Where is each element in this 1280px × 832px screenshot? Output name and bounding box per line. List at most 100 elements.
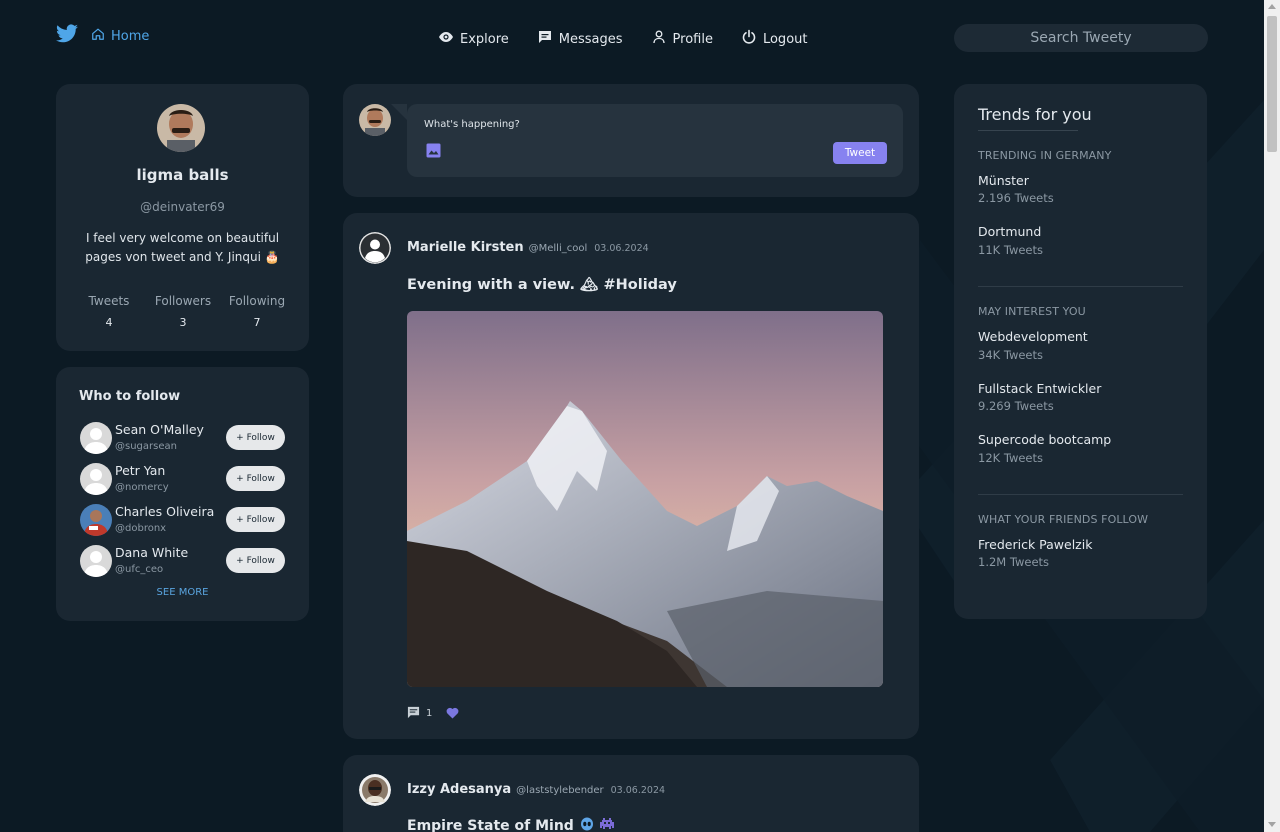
trend-section-label: WHAT YOUR FRIENDS FOLLOW xyxy=(978,513,1149,526)
who-to-follow-card: Who to follow Sean O'Malley @sugarsean +… xyxy=(56,367,309,621)
stat-followers[interactable]: Followers 3 xyxy=(146,294,220,329)
tweet-header: Marielle Kirsten @Melli_cool 03.06.2024 xyxy=(407,240,649,255)
stat-following[interactable]: Following 7 xyxy=(220,294,294,329)
stat-label: Tweets xyxy=(88,294,130,308)
profile-bio: I feel very welcome on beautiful pages v… xyxy=(85,231,280,264)
compose-input[interactable]: What's happening? xyxy=(424,119,520,130)
nav-messages-label: Messages xyxy=(558,31,623,47)
stat-value: 3 xyxy=(179,316,187,329)
nav-explore-label: Explore xyxy=(460,31,509,47)
home-link[interactable]: Home xyxy=(91,27,149,45)
trend-name[interactable]: Frederick Pawelzik xyxy=(978,537,1092,552)
divider xyxy=(978,494,1183,495)
follow-button[interactable]: + Follow xyxy=(226,548,285,573)
trends-title: Trends for you xyxy=(978,105,1092,124)
stat-label: Followers xyxy=(154,294,212,308)
trend-name[interactable]: Dortmund xyxy=(978,224,1041,239)
page-scrollbar[interactable] xyxy=(1264,0,1280,832)
scroll-up-arrow-icon[interactable] xyxy=(1268,4,1276,9)
tweet-author-name[interactable]: Izzy Adesanya xyxy=(407,782,511,797)
divider xyxy=(978,286,1183,287)
compose-box[interactable]: What's happening? Tweet xyxy=(407,104,903,177)
power-icon xyxy=(741,29,757,49)
user-icon xyxy=(651,29,667,49)
stat-value: 4 xyxy=(105,316,113,329)
user-name[interactable]: Sean O'Malley xyxy=(115,422,204,437)
trend-count: 1.2M Tweets xyxy=(978,555,1050,569)
nav-logout-label: Logout xyxy=(762,31,808,47)
eye-icon xyxy=(438,29,454,49)
user-name[interactable]: Petr Yan xyxy=(115,463,165,478)
trend-name[interactable]: Fullstack Entwickler xyxy=(978,381,1101,396)
image-upload-icon[interactable] xyxy=(426,143,441,158)
tweet-date: 03.06.2024 xyxy=(610,785,666,796)
nav-messages[interactable]: Messages xyxy=(537,29,623,49)
avatar[interactable] xyxy=(80,504,112,536)
tweet-actions: 1 xyxy=(407,704,459,723)
search-input[interactable] xyxy=(954,24,1208,52)
tweet-header: Izzy Adesanya @laststylebender 03.06.202… xyxy=(407,782,665,797)
profile-card: ligma balls @deinvater69 I feel very wel… xyxy=(56,84,309,351)
list-item: Dana White @ufc_ceo + Follow xyxy=(79,545,289,586)
who-to-follow-list: Sean O'Malley @sugarsean + Follow Petr Y… xyxy=(79,422,289,586)
nav-profile[interactable]: Profile xyxy=(651,29,713,49)
heart-icon[interactable] xyxy=(446,704,459,723)
trend-name[interactable]: Webdevelopment xyxy=(978,329,1088,344)
compose-card: What's happening? Tweet xyxy=(343,84,919,197)
user-name[interactable]: Dana White xyxy=(115,545,188,560)
avatar[interactable] xyxy=(359,104,391,136)
nav-logout[interactable]: Logout xyxy=(741,29,808,49)
avatar[interactable] xyxy=(80,463,112,495)
tweet-image[interactable] xyxy=(407,311,883,687)
trend-count: 9.269 Tweets xyxy=(978,399,1054,413)
stat-value: 7 xyxy=(253,316,261,329)
follow-button[interactable]: + Follow xyxy=(226,507,285,532)
top-navigation: Home Explore Messages Profile Logout xyxy=(0,0,1264,76)
comment-icon[interactable] xyxy=(407,704,420,723)
tweet-author-handle[interactable]: @Melli_cool xyxy=(529,243,588,254)
avatar[interactable] xyxy=(157,104,205,152)
home-label: Home xyxy=(111,28,150,44)
tweet-text: Evening with a view. 🏔 #Holiday xyxy=(407,277,677,293)
list-item: Sean O'Malley @sugarsean + Follow xyxy=(79,422,289,463)
trend-section-label: TRENDING IN GERMANY xyxy=(978,149,1112,162)
list-item: Petr Yan @nomercy + Follow xyxy=(79,463,289,504)
user-handle: @ufc_ceo xyxy=(115,564,164,575)
scrollbar-thumb[interactable] xyxy=(1267,16,1277,152)
user-handle: @nomercy xyxy=(115,482,169,493)
tweet-text: Empire State of Mind xyxy=(407,818,574,832)
scroll-down-arrow-icon[interactable] xyxy=(1268,822,1276,827)
avatar[interactable] xyxy=(80,422,112,454)
tweet-text-row: Empire State of Mind xyxy=(407,817,614,832)
who-to-follow-title: Who to follow xyxy=(79,389,181,404)
trend-name[interactable]: Münster xyxy=(978,173,1029,188)
avatar[interactable] xyxy=(359,232,391,264)
tweet-author-handle[interactable]: @laststylebender xyxy=(516,785,603,796)
trend-name[interactable]: Supercode bootcamp xyxy=(978,432,1111,447)
tweet-card: Marielle Kirsten @Melli_cool 03.06.2024 … xyxy=(343,213,919,739)
avatar[interactable] xyxy=(80,545,112,577)
follow-button[interactable]: + Follow xyxy=(226,466,285,491)
avatar[interactable] xyxy=(359,774,391,806)
trend-count: 11K Tweets xyxy=(978,243,1044,257)
trend-count: 12K Tweets xyxy=(978,451,1044,465)
tweet-button[interactable]: Tweet xyxy=(833,142,887,164)
compose-notch xyxy=(391,104,407,120)
user-handle: @dobronx xyxy=(115,523,167,534)
trend-count: 34K Tweets xyxy=(978,348,1044,362)
home-icon xyxy=(91,27,105,45)
nav-explore[interactable]: Explore xyxy=(438,29,509,49)
trend-section-label: MAY INTEREST YOU xyxy=(978,305,1086,318)
twitter-bird-icon[interactable] xyxy=(55,22,79,46)
space-invader-icon xyxy=(599,818,614,832)
see-more-link[interactable]: SEE MORE xyxy=(56,587,309,598)
profile-stats: Tweets 4 Followers 3 Following 7 xyxy=(72,294,294,329)
follow-button[interactable]: + Follow xyxy=(226,425,285,450)
profile-name: ligma balls xyxy=(136,166,229,184)
stat-tweets[interactable]: Tweets 4 xyxy=(72,294,146,329)
main-nav-links: Explore Messages Profile Logout xyxy=(438,29,835,49)
user-name[interactable]: Charles Oliveira xyxy=(115,504,214,519)
user-handle: @sugarsean xyxy=(115,441,177,452)
tweet-author-name[interactable]: Marielle Kirsten xyxy=(407,240,524,255)
trend-count: 2.196 Tweets xyxy=(978,191,1054,205)
